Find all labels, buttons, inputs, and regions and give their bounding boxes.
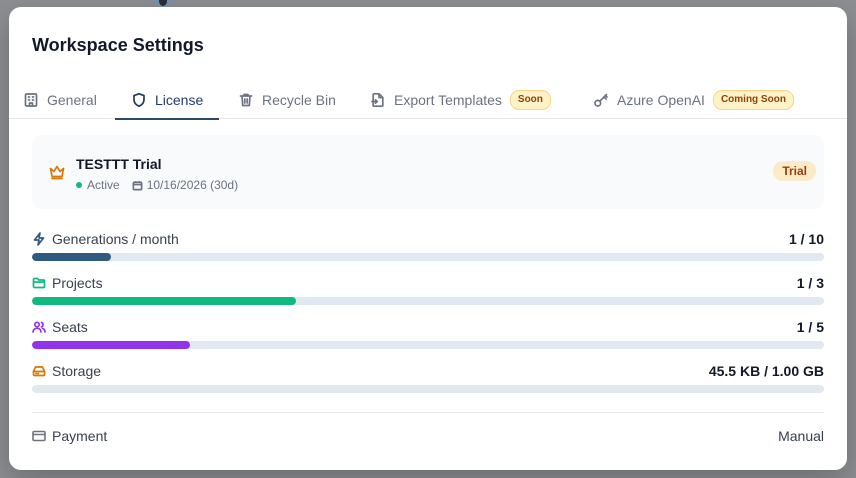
payment-label: Payment: [52, 428, 108, 444]
divider: [32, 412, 824, 413]
payment-row: Payment Manual: [32, 428, 824, 446]
usage-storage-bar: [32, 385, 824, 393]
usage-projects-bar: [32, 297, 824, 305]
tab-recycle-bin-label: Recycle Bin: [262, 91, 336, 108]
usage-generations-header: Generations / month: [32, 231, 179, 247]
license-meta: Active 10/16/2026 (30d): [76, 178, 238, 192]
tab-export-templates-label: Export Templates: [394, 91, 502, 108]
tab-azure-openai-label: Azure OpenAI: [617, 91, 705, 108]
active-status-dot: [76, 182, 82, 188]
tab-general-label: General: [47, 91, 97, 108]
usage-generations-label: Generations / month: [52, 231, 179, 247]
payment-value: Manual: [778, 428, 824, 444]
file-export-icon: [371, 92, 384, 107]
license-expiry: 10/16/2026 (30d): [146, 178, 239, 192]
tab-bar: General License Recycle Bin Export Templ…: [9, 80, 847, 120]
usage-generations-value: 1 / 10: [788, 231, 824, 247]
usage-projects-header: Projects: [32, 275, 103, 291]
tab-license-label: License: [155, 91, 204, 108]
trash-icon: [239, 93, 253, 106]
soon-badge: Soon: [509, 89, 551, 110]
usage-storage: Storage 45.5 KB / 1.00 GB: [32, 363, 824, 393]
tab-general[interactable]: General: [23, 80, 97, 119]
usage-storage-label: Storage: [52, 363, 102, 379]
modal-title: Workspace Settings: [32, 35, 204, 55]
license-card: TESTTT Trial Active 10/16/2026 (30d) Tri…: [32, 135, 824, 209]
tab-azure-openai[interactable]: Azure OpenAI Coming Soon: [593, 80, 794, 119]
usage-seats-header: Seats: [32, 319, 88, 335]
building-icon: [24, 92, 38, 107]
usage-seats-fill: [32, 341, 191, 349]
crown-icon: [48, 163, 66, 181]
tab-recycle-bin[interactable]: Recycle Bin: [238, 80, 336, 119]
license-status: Active: [87, 178, 120, 192]
usage-generations-bar: [32, 253, 824, 261]
payment-label-group: Payment: [32, 428, 107, 444]
zap-icon: [33, 232, 45, 246]
usage-seats-label: Seats: [52, 319, 88, 335]
users-icon: [32, 321, 46, 333]
shield-icon: [133, 92, 145, 107]
tab-export-templates[interactable]: Export Templates Soon: [370, 80, 551, 119]
trial-badge: Trial: [773, 161, 816, 181]
usage-seats-value: 1 / 5: [796, 319, 824, 335]
usage-generations: Generations / month 1 / 10: [32, 231, 824, 261]
hard-drive-icon: [32, 366, 46, 377]
calendar-icon: [132, 180, 143, 191]
folder-icon: [32, 277, 46, 289]
usage-projects: Projects 1 / 3: [32, 275, 824, 305]
usage-projects-value: 1 / 3: [796, 275, 824, 291]
usage-projects-fill: [32, 297, 296, 305]
coming-soon-badge: Coming Soon: [712, 89, 794, 110]
usage-seats: Seats 1 / 5: [32, 319, 824, 349]
license-name: TESTTT Trial: [76, 156, 162, 172]
credit-card-icon: [32, 430, 46, 442]
usage-generations-fill: [32, 253, 112, 261]
usage-storage-value: 45.5 KB / 1.00 GB: [708, 363, 824, 379]
key-icon: [594, 93, 608, 107]
usage-projects-label: Projects: [52, 275, 103, 291]
usage-seats-bar: [32, 341, 824, 349]
workspace-settings-modal: Workspace Settings General License Recyc…: [9, 7, 847, 470]
usage-storage-header: Storage: [32, 363, 101, 379]
tab-license[interactable]: License: [115, 80, 220, 120]
